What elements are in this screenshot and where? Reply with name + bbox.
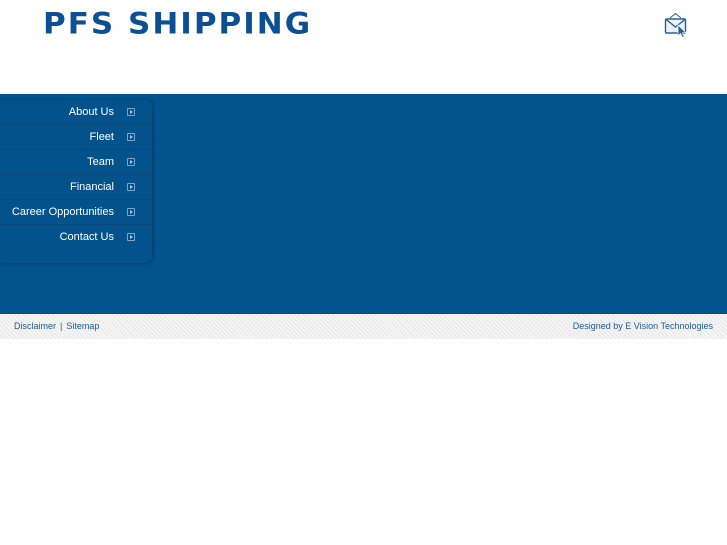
nav-item-label: Contact Us: [59, 231, 114, 243]
arrow-box-icon: [127, 183, 135, 191]
envelope-icon[interactable]: [664, 12, 690, 38]
disclaimer-link[interactable]: Disclaimer: [14, 321, 56, 331]
footer-credit: Designed by E Vision Technologies: [573, 314, 713, 339]
nav-item-team[interactable]: Team: [0, 150, 152, 175]
nav-item-label: Team: [87, 156, 114, 168]
sitemap-link[interactable]: Sitemap: [66, 321, 99, 331]
arrow-box-icon: [127, 208, 135, 216]
designer-credit-link[interactable]: Designed by E Vision Technologies: [573, 321, 713, 331]
nav-item-label: Career Opportunities: [11, 206, 114, 218]
nav-item-label: Financial: [69, 181, 114, 193]
footer-links: Disclaimer | Sitemap: [14, 314, 99, 339]
header: PFS SHIPPING: [0, 0, 727, 94]
nav-item-label: About Us: [68, 106, 114, 118]
arrow-box-icon: [127, 233, 135, 241]
nav-item-label: Fleet: [89, 131, 114, 143]
nav-item-about-us[interactable]: About Us: [0, 100, 152, 125]
nav-item-fleet[interactable]: Fleet: [0, 125, 152, 150]
nav-item-contact-us[interactable]: Contact Us: [0, 225, 152, 250]
arrow-box-icon: [127, 158, 135, 166]
nav-item-financial[interactable]: Financial: [0, 175, 152, 200]
nav-item-career-opportunities[interactable]: Career Opportunities: [0, 200, 152, 225]
arrow-box-icon: [127, 133, 135, 141]
arrow-box-icon: [127, 108, 135, 116]
footer: Disclaimer | Sitemap Designed by E Vision …: [0, 314, 727, 339]
sidebar-nav: About Us Fleet Team Financial Career Opp…: [0, 100, 152, 263]
page: PFS SHIPPING About Us Fleet Team Financi…: [0, 0, 727, 545]
site-logo[interactable]: PFS SHIPPING: [43, 7, 312, 41]
footer-separator: |: [60, 321, 63, 331]
